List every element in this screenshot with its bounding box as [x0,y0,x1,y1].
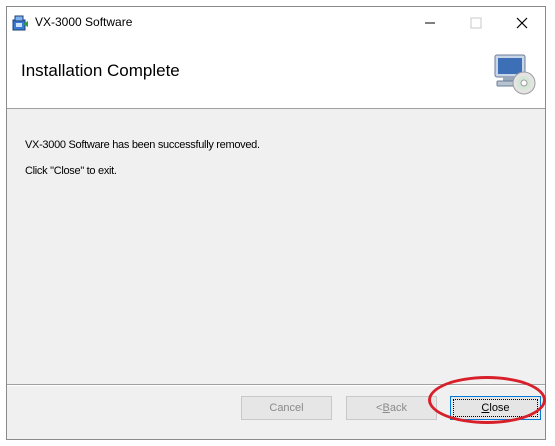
installer-icon [11,14,29,32]
computer-cd-icon [491,51,537,102]
title-bar[interactable]: VX-3000 Software [7,7,545,39]
close-window-button[interactable] [499,7,545,39]
back-button[interactable]: < Back [346,396,437,420]
maximize-icon [470,17,482,29]
footer-separator [7,384,545,386]
close-button[interactable]: Close [450,396,541,420]
page-title: Installation Complete [21,61,180,80]
maximize-button[interactable] [453,7,499,39]
window-title: VX-3000 Software [35,15,133,29]
installer-window: VX-3000 Software Installation Complete V [6,6,546,440]
header-banner: Installation Complete [7,39,545,109]
instruction-message: Click "Close" to exit. [25,165,117,177]
content-area: VX-3000 Software has been successfully r… [7,109,545,384]
back-mnemonic: B [382,402,390,414]
focus-rectangle [453,399,538,417]
cancel-button[interactable]: Cancel [241,396,332,420]
back-label-rest: ack [389,402,407,414]
status-message: VX-3000 Software has been successfully r… [25,139,260,151]
close-icon [516,17,528,29]
minimize-icon [425,22,435,24]
minimize-button[interactable] [407,7,453,39]
